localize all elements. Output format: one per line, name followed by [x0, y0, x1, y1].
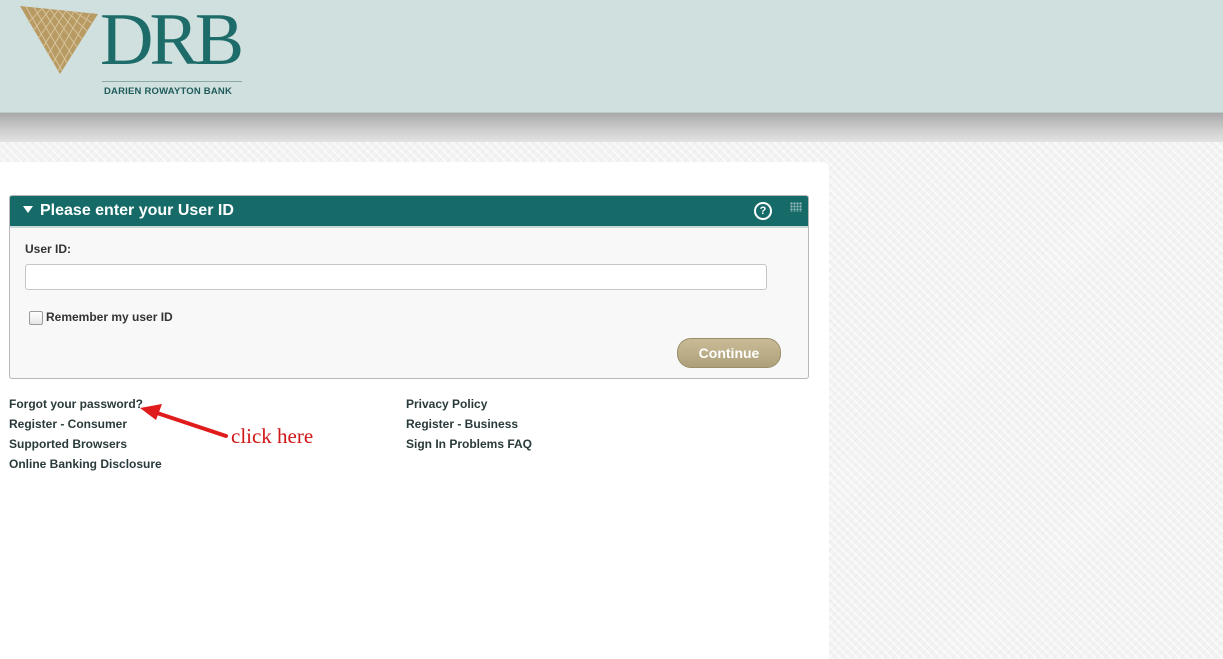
- site-header: DRB DARIEN ROWAYTON BANK: [0, 0, 1223, 113]
- annotation-arrow-icon: [140, 404, 228, 438]
- login-panel-title: Please enter your User ID: [40, 202, 234, 219]
- continue-button[interactable]: Continue: [677, 338, 781, 368]
- nav-shade-bar: [0, 113, 1223, 142]
- register-business-link[interactable]: Register - Business: [406, 416, 532, 436]
- remember-user-checkbox[interactable]: [29, 311, 43, 325]
- collapse-caret-icon[interactable]: [23, 206, 33, 213]
- user-id-label: User ID:: [25, 242, 72, 256]
- drb-logo[interactable]: DRB DARIEN ROWAYTON BANK: [18, 0, 248, 102]
- login-panel: Please enter your User ID ? User ID: Rem…: [9, 195, 809, 379]
- logo-divider: [102, 81, 242, 82]
- help-links-right: Privacy Policy Register - Business Sign …: [406, 396, 532, 456]
- annotation-label: click here: [231, 424, 314, 448]
- login-panel-header[interactable]: Please enter your User ID ?: [10, 196, 808, 228]
- bank-name: DARIEN ROWAYTON BANK: [104, 86, 233, 97]
- user-id-input[interactable]: [25, 264, 767, 290]
- remember-user-label[interactable]: Remember my user ID: [46, 310, 173, 324]
- resize-grip-icon[interactable]: [790, 202, 802, 212]
- help-icon[interactable]: ?: [754, 202, 772, 220]
- logo-lattice-icon: [20, 6, 98, 74]
- sign-in-problems-faq-link[interactable]: Sign In Problems FAQ: [406, 436, 532, 456]
- logo-wordmark: DRB: [100, 0, 244, 81]
- online-banking-disclosure-link[interactable]: Online Banking Disclosure: [9, 456, 162, 476]
- privacy-policy-link[interactable]: Privacy Policy: [406, 396, 532, 416]
